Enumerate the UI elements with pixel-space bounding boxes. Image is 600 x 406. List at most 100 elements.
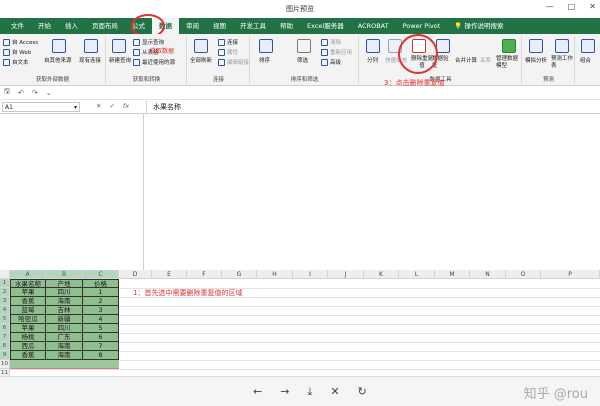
properties-button[interactable]: 属性 xyxy=(218,48,238,56)
tab-developer[interactable]: 开发工具 xyxy=(233,18,273,34)
edit-links-button[interactable]: 编辑链接 xyxy=(218,58,249,66)
table-cell[interactable]: 广东 xyxy=(46,333,83,342)
column-header[interactable]: H xyxy=(257,270,293,279)
undo-icon[interactable]: ↶ xyxy=(18,89,24,97)
download-icon[interactable]: ⤓ xyxy=(307,385,312,399)
table-header-cell[interactable]: 价格 xyxy=(83,279,119,288)
table-cell[interactable]: 6 xyxy=(83,333,119,342)
from-access-button[interactable]: 自 Access xyxy=(3,38,38,46)
table-cell[interactable]: 3 xyxy=(83,306,119,315)
tab-file[interactable]: 文件 xyxy=(4,18,31,34)
tab-help[interactable]: 帮助 xyxy=(273,18,300,34)
column-header[interactable]: J xyxy=(328,270,364,279)
table-cell[interactable]: 海南 xyxy=(46,351,83,360)
tab-review[interactable]: 审阅 xyxy=(179,18,206,34)
table-cell[interactable]: 4 xyxy=(83,315,119,324)
tab-excel-server[interactable]: Excel服务器 xyxy=(300,18,351,34)
advanced-button[interactable]: 高级 xyxy=(321,58,341,66)
column-header[interactable]: B xyxy=(46,270,83,279)
what-if-button[interactable]: 模拟分析 xyxy=(525,56,547,64)
column-header[interactable]: G xyxy=(222,270,257,279)
column-header[interactable]: D xyxy=(119,270,152,279)
column-header[interactable]: K xyxy=(364,270,399,279)
table-cell[interactable]: 杨桃 xyxy=(10,333,46,342)
table-cell[interactable]: 5 xyxy=(83,324,119,333)
redo-icon[interactable]: ↷ xyxy=(32,89,38,97)
worksheet-grid[interactable]: A B C D E F G H I J K L M N O P 1 2 3 4 … xyxy=(0,270,600,378)
table-cell[interactable]: 香蕉 xyxy=(10,297,46,306)
next-icon[interactable]: → xyxy=(280,385,289,399)
row-header[interactable]: 6 xyxy=(0,324,10,333)
column-header[interactable]: A xyxy=(10,270,46,279)
clear-button[interactable]: 清除 xyxy=(321,38,341,46)
table-cell[interactable]: 7 xyxy=(83,342,119,351)
previous-icon[interactable]: ← xyxy=(253,385,262,399)
maximize-button[interactable]: □ xyxy=(568,2,576,11)
other-sources-button[interactable]: 自其他来源 xyxy=(44,56,72,64)
table-cell[interactable]: 吉林 xyxy=(46,306,83,315)
manage-data-model-button[interactable]: 管理数据模型 xyxy=(496,56,522,70)
row-header[interactable]: 7 xyxy=(0,333,10,342)
column-header[interactable]: F xyxy=(187,270,222,279)
column-header[interactable]: E xyxy=(152,270,187,279)
group-button[interactable]: 组合 xyxy=(580,56,591,64)
table-cell[interactable]: 海南 xyxy=(46,297,83,306)
row-header[interactable]: 3 xyxy=(0,297,10,306)
filter-button[interactable]: 筛选 xyxy=(297,56,308,64)
row-header[interactable]: 1 xyxy=(0,279,10,288)
new-query-button[interactable]: 新建查询 xyxy=(109,56,131,64)
column-header[interactable]: L xyxy=(399,270,435,279)
tab-view[interactable]: 视图 xyxy=(206,18,233,34)
table-cell[interactable]: 2 xyxy=(83,297,119,306)
tell-me-search[interactable]: 💡 操作说明搜索 xyxy=(447,18,510,34)
enter-icon[interactable]: ✓ xyxy=(109,102,114,110)
customize-qat-icon[interactable]: ⌄ xyxy=(46,89,52,97)
name-box[interactable]: A1 ▾ xyxy=(2,102,80,112)
insert-function-icon[interactable]: fx xyxy=(123,102,129,110)
select-all-corner[interactable] xyxy=(0,270,10,279)
forecast-sheet-button[interactable]: 预测工作表 xyxy=(551,56,573,70)
relationships-button[interactable]: 关系 xyxy=(480,56,491,64)
column-header[interactable]: P xyxy=(541,270,600,279)
reapply-button[interactable]: 重新应用 xyxy=(321,48,352,56)
close-button[interactable]: ✕ xyxy=(589,2,596,11)
table-cell[interactable]: 香蕉 xyxy=(10,351,46,360)
table-header-cell[interactable]: 产地 xyxy=(46,279,83,288)
row-header[interactable]: 8 xyxy=(0,342,10,351)
column-header[interactable]: N xyxy=(470,270,506,279)
existing-connections-button[interactable]: 现有连接 xyxy=(79,56,101,64)
consolidate-button[interactable]: 合并计算 xyxy=(455,56,477,64)
column-header[interactable]: M xyxy=(435,270,470,279)
connections-button[interactable]: 连接 xyxy=(218,38,238,46)
sort-button[interactable]: 排序 xyxy=(259,56,270,64)
table-cell[interactable]: 四川 xyxy=(46,288,83,297)
recent-sources-button[interactable]: 最近使用的源 xyxy=(133,58,175,66)
minimize-button[interactable]: — xyxy=(546,2,554,11)
tab-acrobat[interactable]: ACROBAT xyxy=(351,18,396,34)
row-header[interactable]: 5 xyxy=(0,315,10,324)
column-header[interactable]: C xyxy=(83,270,119,279)
table-cell[interactable]: 海南 xyxy=(46,342,83,351)
tab-insert[interactable]: 插入 xyxy=(58,18,85,34)
column-header[interactable]: O xyxy=(506,270,541,279)
table-cell[interactable]: 蓝莓 xyxy=(10,306,46,315)
fullscreen-icon[interactable]: ✕ xyxy=(330,385,339,399)
table-cell[interactable]: 苹果 xyxy=(10,324,46,333)
text-to-columns-button[interactable]: 分列 xyxy=(367,56,378,64)
row-header[interactable]: 10 xyxy=(0,360,10,369)
formula-input[interactable]: 水果名称 xyxy=(146,101,181,113)
table-cell[interactable]: 哈密瓜 xyxy=(10,315,46,324)
column-header[interactable]: I xyxy=(293,270,328,279)
refresh-all-button[interactable]: 全部刷新 xyxy=(190,56,212,64)
rotate-icon[interactable]: ↻ xyxy=(358,385,367,399)
from-text-button[interactable]: 自文本 xyxy=(3,58,29,66)
tab-home[interactable]: 开始 xyxy=(31,18,58,34)
table-cell[interactable]: 西瓜 xyxy=(10,342,46,351)
show-queries-button[interactable]: 显示查询 xyxy=(133,38,164,46)
name-box-dropdown-icon[interactable]: ▾ xyxy=(74,103,77,112)
table-cell[interactable]: 新疆 xyxy=(46,315,83,324)
tab-page-layout[interactable]: 页面布局 xyxy=(85,18,125,34)
tab-power-pivot[interactable]: Power Pivot xyxy=(396,18,448,34)
table-cell[interactable]: 四川 xyxy=(46,324,83,333)
cancel-icon[interactable]: ✕ xyxy=(96,102,101,110)
